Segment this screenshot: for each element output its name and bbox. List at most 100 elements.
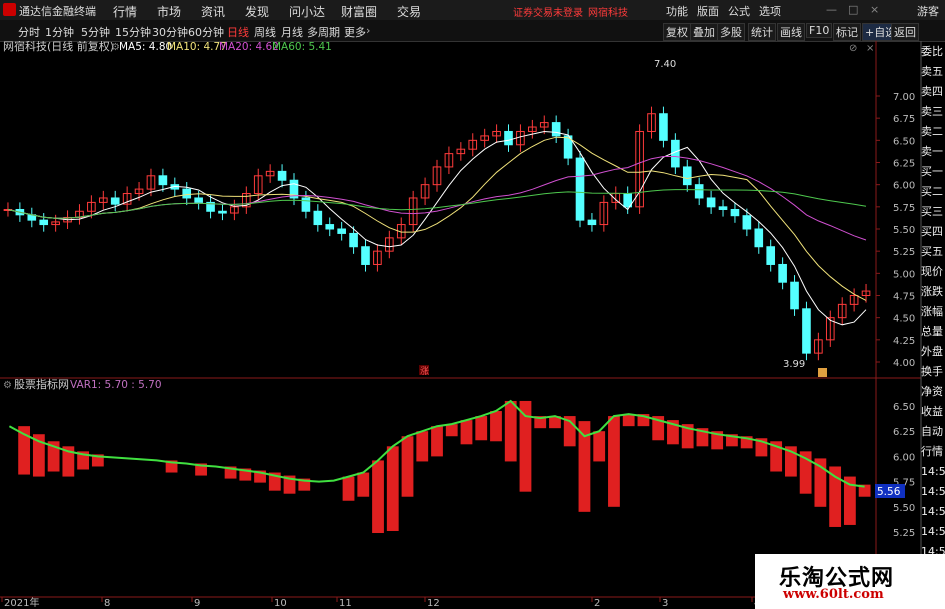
menu-formula[interactable]: 公式: [728, 3, 750, 19]
indicator-tick: 6.25: [893, 427, 915, 438]
period-month[interactable]: 月线: [281, 24, 303, 40]
price-tick: 6.00: [893, 181, 915, 192]
indicator-tick: 5.50: [893, 503, 915, 514]
menu-function[interactable]: 功能: [666, 3, 688, 19]
period-1min[interactable]: 1分钟: [45, 24, 74, 40]
candle-body: [754, 228, 764, 248]
f10-button[interactable]: F10: [806, 23, 833, 38]
indicator-bar: [460, 420, 473, 445]
side-label: 买四: [921, 225, 943, 238]
stock-chart[interactable]: 网宿科技(日线 前复权) ⚙ MA5: 4.80 MA10: 4.77 MA20…: [0, 41, 945, 609]
chevron-right-icon[interactable]: ›: [366, 24, 370, 37]
indicator-bar: [519, 400, 532, 492]
side-label: 买五: [921, 245, 943, 258]
stats-button[interactable]: 统计: [748, 23, 776, 41]
watermark-url: www.60lt.com: [783, 587, 884, 602]
candle-body: [301, 197, 311, 212]
price-tick: 6.25: [893, 159, 915, 170]
candle-body: [659, 113, 668, 141]
x-tick-label: 12: [427, 598, 440, 609]
x-tick-label: 8: [104, 598, 110, 609]
menu-item-wealth[interactable]: 财富圈: [341, 3, 377, 20]
indicator-bar: [504, 400, 517, 462]
side-label: 现价: [921, 265, 943, 278]
candle-body: [682, 166, 692, 186]
price-tick: 6.50: [893, 136, 915, 147]
event-marker-icon[interactable]: [818, 368, 827, 377]
current-value: 5.56: [877, 486, 901, 498]
candle-body: [158, 175, 168, 186]
indicator-bar: [416, 431, 429, 462]
indicator-bar: [431, 426, 443, 457]
indicator-tick: 6.50: [893, 402, 915, 413]
price-tick: 4.25: [893, 336, 915, 347]
adjust-button[interactable]: 复权: [663, 23, 691, 41]
candle-body: [39, 219, 49, 226]
pin-icon[interactable]: ⊘: [849, 43, 857, 54]
side-label: 自动: [921, 425, 943, 438]
app-title: 通达信金融终端: [19, 5, 96, 18]
menu-item-discover[interactable]: 发现: [245, 3, 269, 20]
panel-close-icon[interactable]: ×: [866, 43, 874, 54]
menu-options[interactable]: 选项: [759, 3, 781, 19]
high-price-label: 7.40: [654, 59, 676, 70]
side-label: 14:5: [921, 465, 945, 478]
candle-body: [277, 170, 287, 181]
indicator-axis: 6.506.256.005.755.505.25: [893, 402, 915, 539]
indicator-settings-icon[interactable]: ⚙: [3, 380, 12, 391]
period-15min[interactable]: 15分钟: [115, 24, 151, 40]
price-tick: 7.00: [893, 92, 915, 103]
menu-item-quotes[interactable]: 行情: [113, 3, 137, 20]
ma20-label: MA20: 4.62: [219, 41, 279, 53]
login-warning[interactable]: 证券交易未登录: [513, 4, 583, 19]
side-label: 行情: [921, 445, 943, 458]
candle-body: [694, 184, 704, 199]
period-multi[interactable]: 多周期: [307, 24, 340, 40]
side-label: 买三: [921, 205, 943, 218]
menu-layout[interactable]: 版面: [697, 3, 719, 19]
x-tick-label: 11: [339, 598, 352, 609]
candle-body: [325, 224, 335, 230]
indicator-tick: 6.00: [893, 452, 915, 463]
indicator-bar: [490, 411, 502, 442]
overlay-button[interactable]: 叠加: [690, 23, 718, 41]
candle-body: [778, 263, 787, 283]
period-5min[interactable]: 5分钟: [81, 24, 110, 40]
indicator-bar: [608, 416, 620, 507]
var1-label: VAR1: 5.70 : 5.70: [70, 379, 162, 391]
candle-body: [790, 281, 799, 310]
period-tick[interactable]: 分时: [18, 24, 40, 40]
indicator-bar: [475, 416, 488, 441]
menu-item-market[interactable]: 市场: [157, 3, 181, 20]
menu-bar: 通达信金融终端 行情 市场 资讯 发现 问小达 财富圈 交易 证券交易未登录 网…: [0, 0, 945, 21]
close-icon[interactable]: ×: [870, 3, 879, 16]
period-60min[interactable]: 60分钟: [188, 24, 224, 40]
period-day[interactable]: 日线: [227, 24, 249, 40]
indicator-tick: 5.25: [893, 528, 915, 539]
menu-item-trade[interactable]: 交易: [397, 3, 421, 20]
maximize-icon[interactable]: □: [848, 3, 858, 16]
period-more[interactable]: 更多: [344, 24, 366, 40]
back-button[interactable]: 返回: [891, 23, 919, 41]
menu-item-news[interactable]: 资讯: [201, 3, 225, 20]
chart-title: 网宿科技(日线 前复权): [3, 41, 114, 53]
candle-body: [706, 197, 716, 208]
price-tick: 5.25: [893, 247, 915, 258]
guest-user[interactable]: 游客: [917, 3, 939, 19]
side-label: 收益: [921, 405, 943, 418]
mark-button[interactable]: 标记: [833, 23, 861, 41]
x-tick-label: 10: [274, 598, 287, 609]
minimize-icon[interactable]: —: [826, 3, 837, 16]
multi-stock-button[interactable]: 多股: [717, 23, 745, 41]
period-week[interactable]: 周线: [254, 24, 276, 40]
price-tick: 6.75: [893, 114, 915, 125]
menu-item-ask[interactable]: 问小达: [289, 3, 325, 20]
side-label: 换手: [921, 365, 943, 378]
side-label: 外盘: [921, 345, 943, 358]
ma60-label: MA60: 5.41: [272, 41, 332, 53]
period-30min[interactable]: 30分钟: [152, 24, 188, 40]
side-label: 委比: [921, 45, 943, 58]
price-axis: 7.00 6.75 6.50 6.25 6.00 5.75 5.50 5.25 5.00 4.75…: [876, 92, 915, 369]
x-tick-label: 9: [194, 598, 200, 609]
draw-button[interactable]: 画线: [777, 23, 805, 41]
